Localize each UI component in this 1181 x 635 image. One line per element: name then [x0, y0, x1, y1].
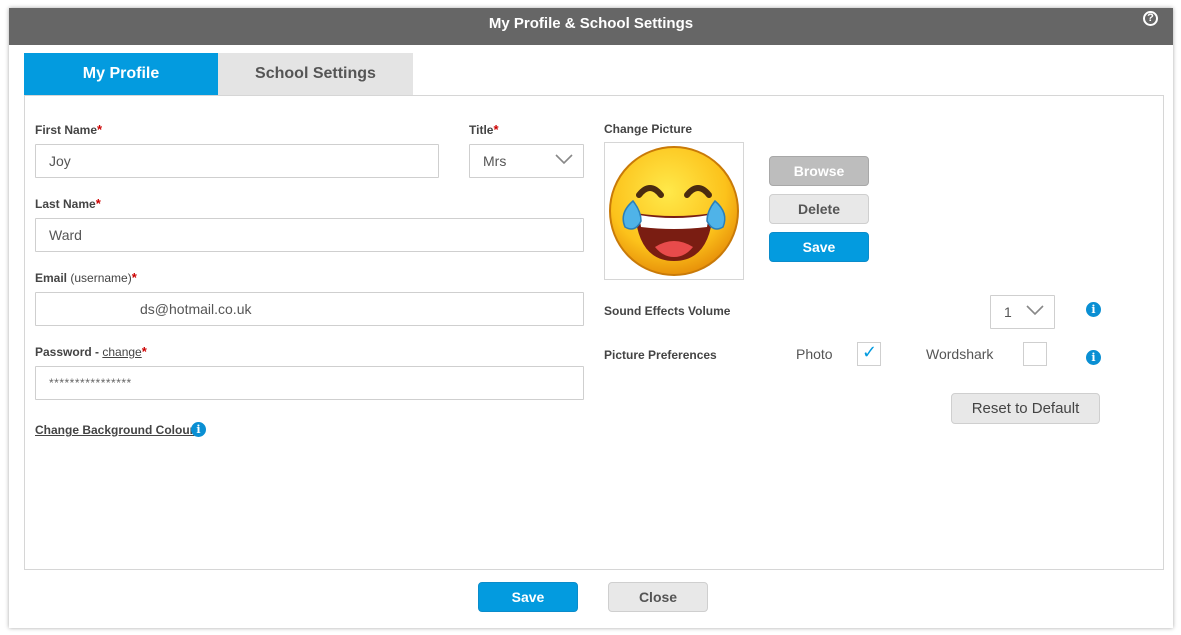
last-name-field[interactable]: Ward: [35, 218, 584, 252]
profile-dialog: My Profile & School Settings ? My Profil…: [9, 8, 1173, 628]
save-button[interactable]: Save: [478, 582, 578, 612]
change-picture-label: Change Picture: [604, 122, 693, 136]
profile-picture: [604, 142, 744, 280]
chevron-down-icon: [555, 154, 573, 165]
help-icon[interactable]: ?: [1143, 11, 1158, 26]
close-button[interactable]: Close: [608, 582, 708, 612]
delete-picture-button[interactable]: Delete: [769, 194, 869, 224]
dialog-titlebar: My Profile & School Settings ?: [9, 8, 1173, 45]
password-label: Password - change*: [35, 344, 147, 359]
profile-panel: First Name* Joy Title* Mrs Last Name* Wa…: [24, 95, 1164, 570]
tab-school-settings[interactable]: School Settings: [218, 53, 413, 95]
chevron-down-icon: [1026, 305, 1044, 316]
wordshark-checkbox[interactable]: [1023, 342, 1047, 366]
change-password-link[interactable]: change: [102, 345, 141, 359]
change-background-link[interactable]: Change Background Colour: [35, 423, 194, 437]
wordshark-label: Wordshark: [926, 346, 994, 362]
title-label: Title*: [469, 122, 499, 137]
info-icon[interactable]: i: [191, 422, 206, 437]
save-picture-button[interactable]: Save: [769, 232, 869, 262]
last-name-label: Last Name*: [35, 196, 101, 211]
browse-button[interactable]: Browse: [769, 156, 869, 186]
sound-effects-label: Sound Effects Volume: [604, 304, 731, 318]
info-icon[interactable]: i: [1086, 350, 1101, 365]
photo-label: Photo: [796, 346, 833, 362]
email-label: Email (username)*: [35, 270, 137, 285]
sound-volume-value: 1: [1004, 304, 1012, 320]
first-name-field[interactable]: Joy: [35, 144, 439, 178]
password-field[interactable]: ****************: [35, 366, 584, 400]
title-select[interactable]: Mrs: [469, 144, 584, 178]
picture-preferences-label: Picture Preferences: [604, 348, 717, 362]
laughing-emoji-icon: [609, 146, 739, 276]
info-icon[interactable]: i: [1086, 302, 1101, 317]
photo-checkbox[interactable]: ✓: [857, 342, 881, 366]
tab-my-profile[interactable]: My Profile: [24, 53, 218, 95]
email-field[interactable]: ds@hotmail.co.uk: [35, 292, 584, 326]
checkmark-icon: ✓: [862, 342, 878, 363]
dialog-title: My Profile & School Settings: [488, 15, 694, 32]
sound-volume-select[interactable]: 1: [990, 295, 1055, 329]
first-name-label: First Name*: [35, 122, 103, 137]
reset-to-default-button[interactable]: Reset to Default: [951, 393, 1100, 424]
title-select-value: Mrs: [483, 153, 507, 169]
